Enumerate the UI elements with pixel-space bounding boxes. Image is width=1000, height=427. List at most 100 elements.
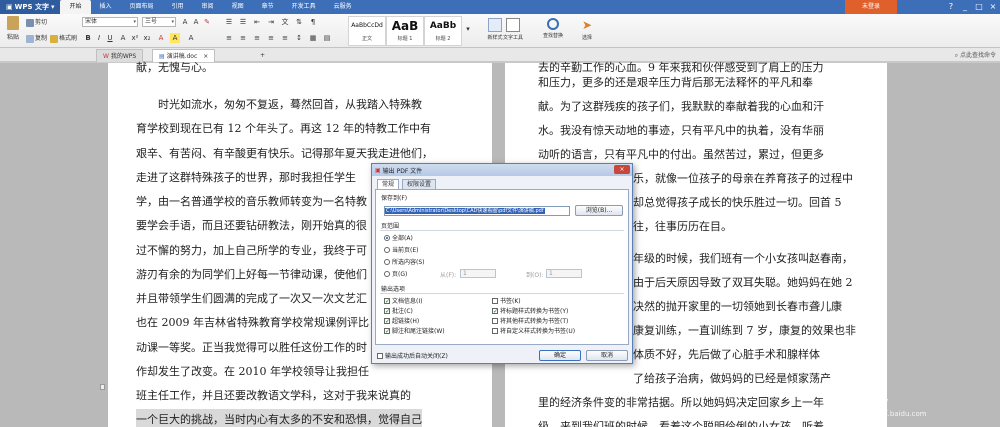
doc-info-checkbox[interactable]: ✓ 文档信息(I) [384, 296, 422, 305]
font-name-select[interactable]: 宋体 ▾ [82, 17, 138, 27]
dialog-titlebar[interactable]: ▣ 输出 PDF 文件 [372, 164, 632, 176]
tab-view[interactable]: 视图 [223, 0, 253, 14]
maximize-button[interactable]: □ [972, 0, 986, 14]
command-search[interactable]: ⌕ 点此查找命令 [955, 50, 996, 60]
sort-button[interactable]: ⇅ [294, 17, 304, 27]
custom-to-bookmark-checkbox[interactable]: 将自定义样式转换为书签(U) [492, 326, 575, 335]
italic-button[interactable]: I [94, 33, 104, 43]
style-heading-2[interactable]: AaBb 标题 2 [424, 16, 462, 46]
paste-button[interactable]: 粘贴 [4, 16, 22, 41]
align-center-button[interactable]: ≡ [238, 33, 248, 43]
borders-button[interactable]: ▦ [308, 33, 318, 43]
text-line: 学，由一名普通学校的音乐教师转变为一名特教 [136, 195, 367, 208]
dialog-title: 输出 PDF 文件 [382, 167, 423, 175]
numbering-button[interactable]: ☰ [238, 17, 248, 27]
bookmarks-label: 书签(K) [500, 298, 521, 305]
subscript-button[interactable]: x₂ [142, 33, 152, 43]
tab-chapter[interactable]: 章节 [253, 0, 283, 14]
tab-cloud[interactable]: 云服务 [325, 0, 361, 14]
strikethrough-button[interactable]: A [118, 33, 128, 43]
range-pages-radio[interactable]: 页(G) [384, 269, 407, 278]
tab-home[interactable]: 开始 [60, 0, 91, 14]
tab-insert[interactable]: 插入 [91, 0, 121, 14]
justify-button[interactable]: ≡ [266, 33, 276, 43]
underline-button[interactable]: U [105, 33, 115, 43]
text-line: 作却发生了改变。在 2010 年学校领导让我担任 [136, 365, 369, 378]
tab-general[interactable]: 常规 [377, 179, 400, 189]
comments-checkbox[interactable]: ✓ 批注(C) [384, 306, 413, 315]
font-color-button[interactable]: A [156, 33, 166, 43]
auto-close-checkbox[interactable]: 输出成功后自动关闭(Z) [377, 351, 448, 360]
hyperlinks-checkbox[interactable]: ✓ 超链接(H) [384, 316, 419, 325]
clear-format-button[interactable]: ✎ [202, 17, 212, 27]
range-current-radio[interactable]: 当前页(E) [384, 245, 418, 254]
style-heading-1[interactable]: AaB 标题 1 [386, 16, 424, 46]
save-path-input[interactable]: C:\Users\Administrator\Desktop\CAD快速看图\p… [384, 206, 570, 216]
footnote-links-checkbox[interactable]: ✓ 脚注和尾注链接(W) [384, 326, 445, 335]
login-button[interactable]: 未登录 [845, 0, 897, 14]
find-replace-button[interactable]: 查找替换 [536, 16, 570, 46]
font-size-select[interactable]: 三号 ▾ [142, 17, 176, 27]
brush-icon [50, 34, 58, 43]
tab-references[interactable]: 引用 [163, 0, 193, 14]
text-line: 并且带领学生们圆满的完成了一次又一次文艺汇 [136, 292, 367, 305]
text-tools-icon [506, 18, 520, 32]
from-page-input[interactable]: 1 [460, 269, 496, 278]
to-page-value: 1 [549, 270, 553, 277]
copy-button[interactable]: 复制 [26, 33, 47, 43]
show-marks-button[interactable]: ¶ [308, 17, 318, 27]
tab-developer[interactable]: 开发工具 [283, 0, 325, 14]
to-page-input[interactable]: 1 [546, 269, 582, 278]
bookmarks-checkbox[interactable]: 书签(K) [492, 296, 521, 305]
window-controls: ? _ □ × [944, 0, 1000, 14]
select-button[interactable]: ➤ 选择 [570, 16, 604, 46]
range-selection-radio[interactable]: 所选内容(S) [384, 257, 425, 266]
text-line: 动听的语言，只有平凡中的付出。虽然苦过，累过，但更多 [538, 148, 824, 161]
text-line: 走进了这群特殊孩子的世界，那时我担任学生 [136, 171, 356, 184]
style-heading-1-label: 标题 1 [397, 36, 413, 42]
other-to-bookmark-label: 将其他样式转换为书签(T) [500, 318, 569, 325]
text-line: 献，无愧与心。 [136, 61, 213, 74]
styles-more-button[interactable]: ▾ [463, 24, 473, 34]
superscript-button[interactable]: x² [130, 33, 140, 43]
shrink-font-button[interactable]: A [191, 17, 201, 27]
distribute-button[interactable]: ≡ [280, 33, 290, 43]
heading-to-bookmark-checkbox[interactable]: ✓ 将标题样式转换为书签(Y) [492, 306, 568, 315]
highlight-button[interactable]: A [170, 33, 180, 43]
style-normal[interactable]: AaBbCcDd 正文 [348, 16, 386, 46]
other-to-bookmark-checkbox[interactable]: 将其他样式转换为书签(T) [492, 316, 568, 325]
close-window-button[interactable]: × [986, 0, 1000, 14]
dialog-close-button[interactable]: × [614, 165, 630, 174]
tab-page-layout[interactable]: 页面布局 [121, 0, 163, 14]
browse-button[interactable]: 浏览(B)... [575, 205, 623, 216]
cancel-button[interactable]: 取消 [586, 350, 628, 361]
shading-button[interactable]: ▤ [322, 33, 332, 43]
line-spacing-button[interactable]: ↕ [294, 33, 304, 43]
tab-permissions[interactable]: 权限设置 [402, 179, 437, 189]
cut-button[interactable]: 剪切 [26, 17, 47, 27]
format-painter-button[interactable]: 格式刷 [50, 33, 77, 43]
grow-font-button[interactable]: A [180, 17, 190, 27]
to-label: 到(O): [526, 272, 544, 279]
bullets-button[interactable]: ☰ [224, 17, 234, 27]
range-all-radio[interactable]: 全部(A) [384, 233, 413, 242]
checkbox-checked-icon: ✓ [492, 307, 499, 315]
text-line: 时光如流水，匆匆不复返，蓦然回首，从我踏入特殊教 [136, 98, 422, 111]
new-tab-button[interactable]: + [254, 49, 271, 62]
minimize-button[interactable]: _ [958, 0, 972, 14]
app-menu-button[interactable]: ▣ WPS 文字 ▾ [0, 0, 61, 14]
save-to-label: 保存到(F) [381, 195, 408, 202]
decrease-indent-button[interactable]: ⇤ [252, 17, 262, 27]
bold-button[interactable]: B [83, 33, 93, 43]
align-left-button[interactable]: ≡ [224, 33, 234, 43]
tab-review[interactable]: 审阅 [193, 0, 223, 14]
char-border-button[interactable]: A [186, 33, 196, 43]
ok-button[interactable]: 确定 [539, 350, 581, 361]
text-tools-button[interactable]: 文字工具 [494, 16, 532, 46]
help-button[interactable]: ? [944, 0, 958, 14]
chevron-down-icon: ▾ [50, 3, 55, 11]
align-right-button[interactable]: ≡ [252, 33, 262, 43]
increase-indent-button[interactable]: ⇥ [266, 17, 276, 27]
chinese-layout-button[interactable]: 文 [280, 17, 290, 27]
checkbox-unchecked-icon [492, 327, 498, 334]
